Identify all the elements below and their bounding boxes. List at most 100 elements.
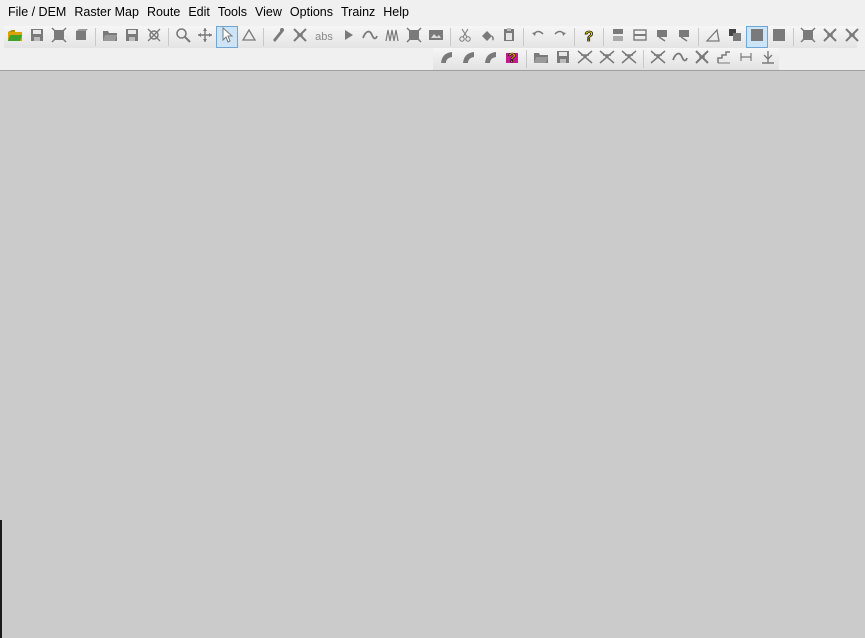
layer3-button[interactable] <box>651 26 673 48</box>
cross-tool-icon <box>292 27 308 48</box>
layer1-button[interactable] <box>607 26 629 48</box>
toolbar-separator <box>263 28 264 46</box>
track1-icon <box>438 49 454 70</box>
toolbar-separator <box>450 28 451 46</box>
signal-icon <box>760 49 776 70</box>
frame2-button[interactable] <box>797 26 819 48</box>
toolbar-separator <box>95 28 96 46</box>
help-icon: ? <box>581 27 597 48</box>
measure-icon <box>241 27 257 48</box>
open-raster-icon <box>102 27 118 48</box>
pan-button[interactable] <box>194 26 216 48</box>
signal-button[interactable] <box>757 48 779 70</box>
angle-button[interactable] <box>702 26 724 48</box>
menu-trainz[interactable]: Trainz <box>337 0 379 25</box>
select-button[interactable] <box>216 26 238 48</box>
track1-button[interactable] <box>435 48 457 70</box>
cross-tool-button[interactable] <box>289 26 311 48</box>
save-icon <box>29 27 45 48</box>
open-raster-button[interactable] <box>99 26 121 48</box>
frame-button[interactable] <box>403 26 425 48</box>
save-route-button[interactable] <box>552 48 574 70</box>
graph-button[interactable] <box>713 48 735 70</box>
svg-text:?: ? <box>584 28 593 43</box>
play-button[interactable] <box>337 26 359 48</box>
waves-button[interactable] <box>381 26 403 48</box>
frame-icon <box>406 26 422 48</box>
square-icon <box>771 27 787 48</box>
line-button[interactable] <box>669 48 691 70</box>
layer2-button[interactable] <box>629 26 651 48</box>
open-icon <box>7 27 23 48</box>
clear-button[interactable] <box>143 26 165 48</box>
toolbar-separator <box>603 28 604 46</box>
menu-edit[interactable]: Edit <box>184 0 214 25</box>
undo-icon <box>530 27 546 48</box>
map-workspace[interactable] <box>1 71 865 638</box>
toolbar-separator <box>523 28 524 46</box>
square-active-button[interactable] <box>746 26 768 48</box>
trainz-help-button[interactable]: ? <box>501 48 523 70</box>
open-route-icon <box>533 49 549 70</box>
pencil-button[interactable] <box>267 26 289 48</box>
distance-button[interactable] <box>735 48 757 70</box>
menu-route[interactable]: Route <box>143 0 184 25</box>
crop-button[interactable] <box>48 26 70 48</box>
split-button[interactable] <box>574 48 596 70</box>
toolbar-separator <box>643 50 644 68</box>
menu-view[interactable]: View <box>251 0 286 25</box>
paste-icon <box>501 27 517 48</box>
curve-button[interactable] <box>359 26 381 48</box>
menu-raster-map[interactable]: Raster Map <box>70 0 143 25</box>
layer2-icon <box>632 27 648 48</box>
menu-help[interactable]: Help <box>379 0 413 25</box>
track2-button[interactable] <box>457 48 479 70</box>
save-raster-button[interactable] <box>121 26 143 48</box>
split3-icon <box>621 49 637 70</box>
export-icon <box>73 27 89 48</box>
paint-icon <box>479 27 495 48</box>
split2-button[interactable] <box>596 48 618 70</box>
frame2-icon <box>800 26 816 48</box>
cross3-button[interactable] <box>841 26 863 48</box>
menu-tools[interactable]: Tools <box>214 0 251 25</box>
paint-button[interactable] <box>476 26 498 48</box>
zoom-button[interactable] <box>172 26 194 48</box>
distance-icon <box>738 49 754 70</box>
save-button[interactable] <box>26 26 48 48</box>
menu-options[interactable]: Options <box>286 0 337 25</box>
track2-icon <box>460 49 476 70</box>
abs-button[interactable]: abs <box>311 26 337 48</box>
crop-icon <box>51 26 67 48</box>
open-button[interactable] <box>4 26 26 48</box>
menu-file-dem[interactable]: File / DEM <box>4 0 70 25</box>
track3-button[interactable] <box>479 48 501 70</box>
toolbar-separator <box>168 28 169 46</box>
layer4-button[interactable] <box>673 26 695 48</box>
cut-button[interactable] <box>454 26 476 48</box>
junction-button[interactable] <box>647 48 669 70</box>
measure-button[interactable] <box>238 26 260 48</box>
save-raster-icon <box>124 27 140 48</box>
square-button[interactable] <box>768 26 790 48</box>
redo-button[interactable] <box>549 26 571 48</box>
toolbar-trainz: ? <box>433 48 779 70</box>
undo-button[interactable] <box>527 26 549 48</box>
window-edge <box>0 520 2 638</box>
waves-icon <box>384 27 400 48</box>
abs-label: abs <box>315 31 333 43</box>
split-icon <box>577 49 593 70</box>
split3-button[interactable] <box>618 48 640 70</box>
export-button[interactable] <box>70 26 92 48</box>
open-route-button[interactable] <box>530 48 552 70</box>
layer1-icon <box>610 27 626 48</box>
cross4-button[interactable] <box>691 48 713 70</box>
cross3-icon <box>844 27 860 48</box>
help-button[interactable]: ? <box>578 26 600 48</box>
toolbar-separator <box>574 28 575 46</box>
paste-button[interactable] <box>498 26 520 48</box>
stack-button[interactable] <box>724 26 746 48</box>
image-button[interactable] <box>425 26 447 48</box>
cross2-button[interactable] <box>819 26 841 48</box>
layer3-icon <box>654 27 670 48</box>
